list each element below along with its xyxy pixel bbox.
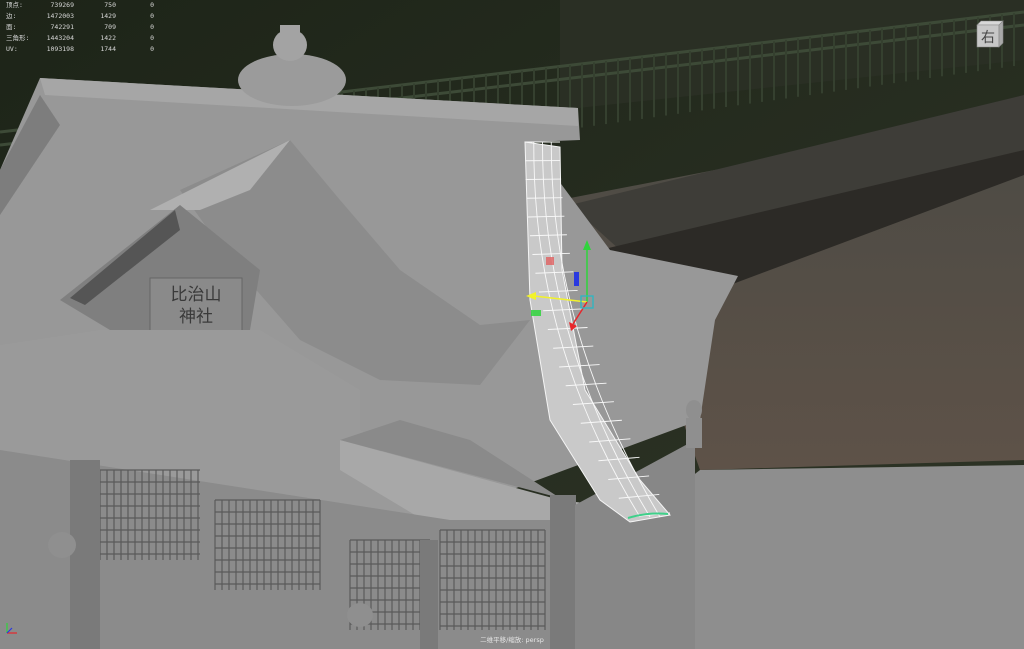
hud-value: 1093198 (46, 45, 74, 53)
shrine-name-plaque: 比治山 神社 (149, 277, 243, 334)
hud-value: 0 (150, 23, 154, 31)
hud-label: 顶点: (6, 1, 23, 9)
maya-perspective-viewport[interactable]: 比治山 神社 顶点: 739269 750 0 边: 1472003 1429 … (0, 0, 1024, 649)
hud-label: UV: (6, 45, 18, 53)
hud-label: 面: (6, 23, 17, 31)
view-cube-face-label: 右 (981, 30, 995, 46)
plaque-line-2: 神社 (179, 307, 213, 327)
hud-value: 742291 (50, 23, 74, 31)
hud-value: 1443204 (46, 34, 74, 42)
view-cube-icon[interactable]: 右 (973, 17, 1005, 49)
hud-row: UV: 1093198 1744 0 (6, 44, 154, 55)
hud-value: 0 (150, 12, 154, 20)
hud-label: 边: (6, 12, 17, 20)
hud-value: 1422 (100, 34, 116, 42)
hud-value: 1744 (100, 45, 116, 53)
scene-render[interactable]: 比治山 神社 (0, 0, 1024, 649)
hud-value: 0 (150, 1, 154, 9)
plaque-line-1: 比治山 (171, 285, 222, 305)
hud-value: 750 (104, 1, 116, 9)
hud-row: 顶点: 739269 750 0 (6, 0, 154, 11)
hud-row: 面: 742291 709 0 (6, 22, 154, 33)
camera-name-label: 二维平移/缩放: persp (480, 636, 544, 644)
hud-value: 1429 (100, 12, 116, 20)
hud-label: 三角形: (6, 34, 30, 42)
hud-row: 三角形: 1443204 1422 0 (6, 33, 154, 44)
hud-value: 0 (150, 45, 154, 53)
hud-row: 边: 1472003 1429 0 (6, 11, 154, 22)
hud-value: 1472003 (46, 12, 74, 20)
hud-value: 0 (150, 34, 154, 42)
hud-value: 739269 (50, 1, 74, 9)
poly-count-hud: 顶点: 739269 750 0 边: 1472003 1429 0 面: 742291 709 0 三… (6, 0, 154, 55)
hud-value: 709 (104, 23, 116, 31)
